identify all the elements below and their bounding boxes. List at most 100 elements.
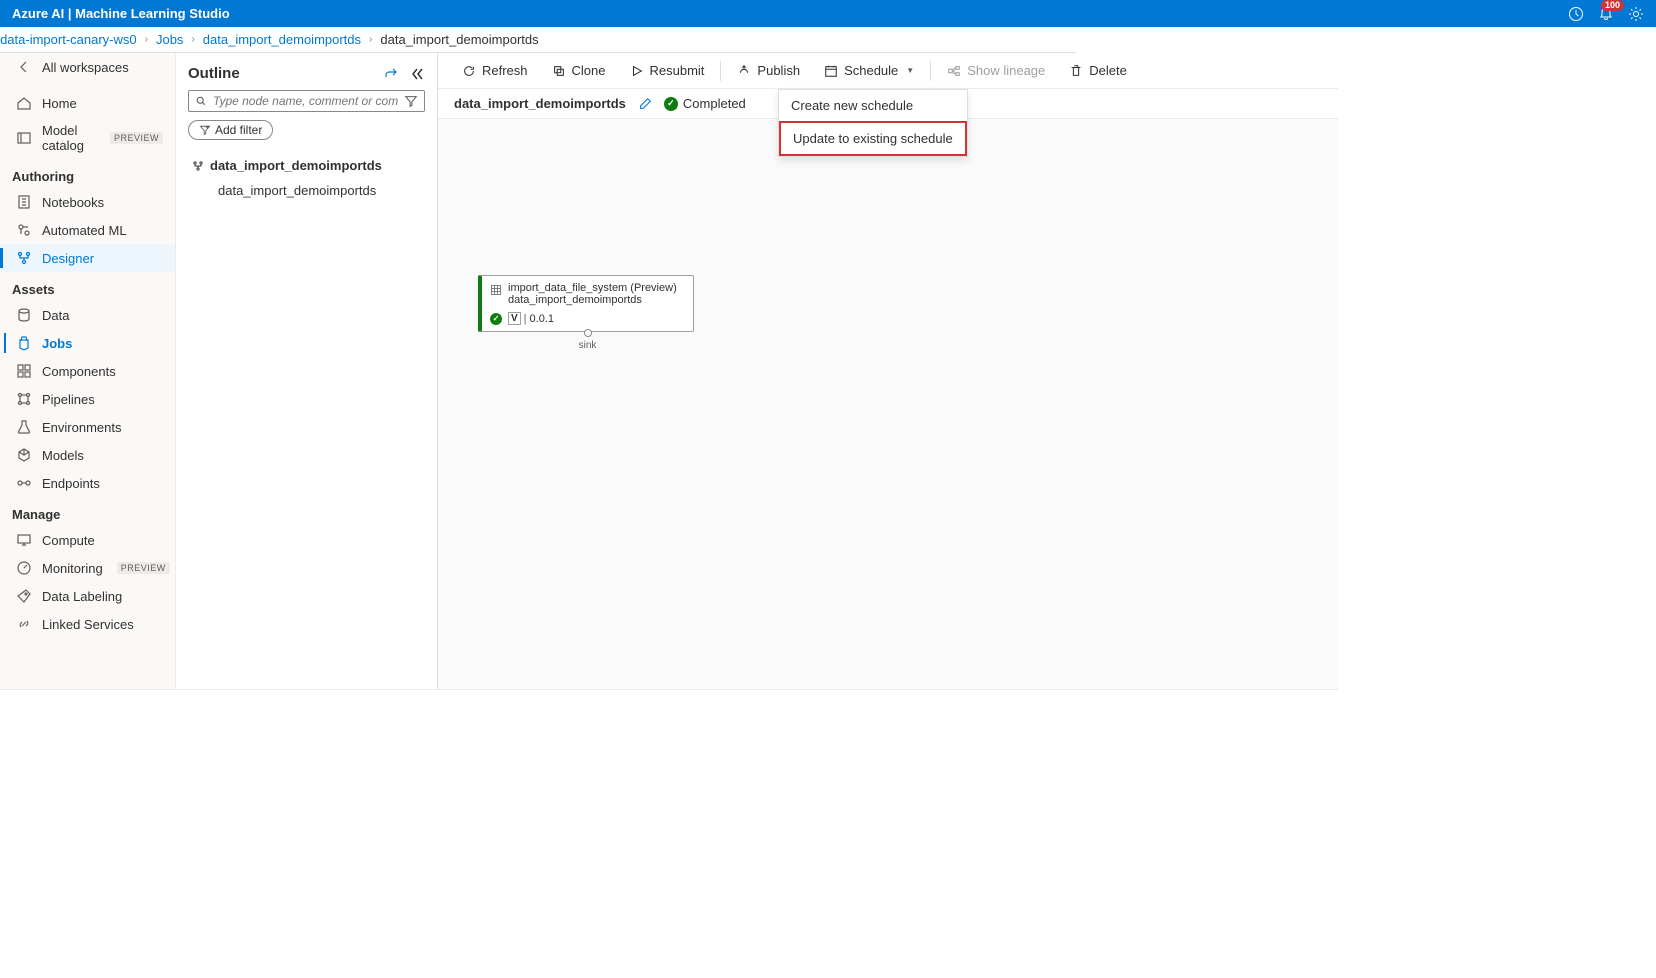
breadcrumb-jobs[interactable]: Jobs [156, 32, 183, 47]
data-icon [16, 307, 32, 323]
content-area: Microsoft › data-import-canary-ws0 › Job… [176, 27, 1338, 689]
sidebar-item-components[interactable]: Components [0, 357, 175, 385]
publish-icon [737, 64, 751, 78]
node-status-row: V | 0.0.1 [490, 312, 685, 325]
endpoints-icon [16, 475, 32, 491]
outline-header: Outline [176, 53, 437, 90]
breadcrumb-pipeline[interactable]: data_import_demoimportds [203, 32, 361, 47]
sidebar-label: Jobs [42, 336, 72, 351]
lineage-icon [947, 64, 961, 78]
toolbar-separator [930, 61, 931, 81]
outline-panel: Outline Add filter [176, 53, 438, 689]
grid-icon [490, 284, 502, 296]
topbar-icons: 100 [1568, 6, 1644, 22]
sidebar-label: Pipelines [42, 392, 95, 407]
sidebar-item-data-labeling[interactable]: Data Labeling [0, 582, 175, 610]
dropdown-label: Update to existing schedule [793, 131, 953, 146]
delete-button[interactable]: Delete [1057, 57, 1139, 84]
sidebar-item-compute[interactable]: Compute [0, 526, 175, 554]
publish-button[interactable]: Publish [725, 57, 812, 84]
node-output-port[interactable] [584, 329, 592, 337]
calendar-icon [824, 64, 838, 78]
share-icon[interactable] [383, 66, 399, 82]
app-title: Azure AI | Machine Learning Studio [12, 6, 230, 21]
clone-button[interactable]: Clone [540, 57, 618, 84]
designer-icon [16, 250, 32, 266]
sidebar-item-models[interactable]: Models [0, 441, 175, 469]
preview-tag: PREVIEW [110, 132, 163, 144]
sidebar-item-model-catalog[interactable]: Model catalog PREVIEW [0, 117, 175, 159]
filter-icon[interactable] [404, 94, 418, 108]
pipeline-node[interactable]: import_data_file_system (Preview) data_i… [478, 275, 694, 332]
resubmit-button[interactable]: Resubmit [618, 57, 717, 84]
search-icon [195, 95, 207, 107]
pipelines-icon [16, 391, 32, 407]
models-icon [16, 447, 32, 463]
chevron-down-icon: ▼ [906, 66, 914, 75]
sidebar-item-pipelines[interactable]: Pipelines [0, 385, 175, 413]
add-filter-icon [199, 124, 211, 136]
sidebar-item-data[interactable]: Data [0, 301, 175, 329]
tree-root[interactable]: data_import_demoimportds [188, 152, 425, 179]
back-arrow-icon [16, 59, 32, 75]
sidebar-item-environments[interactable]: Environments [0, 413, 175, 441]
dropdown-item-create-schedule[interactable]: Create new schedule [779, 90, 967, 121]
toolbar-separator [720, 61, 721, 81]
preview-tag: PREVIEW [117, 562, 170, 574]
gear-icon[interactable] [1628, 6, 1644, 22]
status-badge: Completed [664, 96, 746, 111]
sidebar-item-all-workspaces[interactable]: All workspaces [0, 53, 175, 81]
outline-tree: data_import_demoimportds data_import_dem… [176, 148, 437, 206]
sidebar-label: Data [42, 308, 69, 323]
add-filter-label: Add filter [215, 123, 262, 137]
refresh-button[interactable]: Refresh [450, 57, 540, 84]
outline-search-input[interactable] [213, 94, 398, 108]
collapse-icon[interactable] [409, 66, 425, 82]
dropdown-item-update-schedule[interactable]: Update to existing schedule [779, 121, 967, 156]
node-check-icon [490, 313, 502, 325]
sidebar-label: Automated ML [42, 223, 127, 238]
sidebar-label: Components [42, 364, 116, 379]
outline-search-box[interactable] [188, 90, 425, 112]
sidebar-item-designer[interactable]: Designer [0, 244, 175, 272]
add-filter-row: Add filter [176, 112, 437, 148]
clone-icon [552, 64, 566, 78]
sidebar-item-jobs[interactable]: Jobs [0, 329, 175, 357]
toolbar-label: Show lineage [967, 63, 1045, 78]
schedule-button[interactable]: Schedule ▼ [812, 57, 926, 84]
sidebar-label: All workspaces [42, 60, 129, 75]
tree-root-label: data_import_demoimportds [210, 158, 382, 173]
notification-badge: 100 [1601, 0, 1624, 11]
sidebar-label: Model catalog [42, 123, 96, 153]
sidebar-label: Monitoring [42, 561, 103, 576]
tree-icon [192, 160, 204, 172]
breadcrumb-current: data_import_demoimportds [380, 32, 538, 47]
add-filter-button[interactable]: Add filter [188, 120, 273, 140]
node-header: import_data_file_system (Preview) data_i… [490, 282, 685, 306]
topbar: Azure AI | Machine Learning Studio 100 [0, 0, 1656, 27]
toolbar: Refresh Clone Resubmit Publish [438, 53, 1338, 89]
sidebar-item-notebooks[interactable]: Notebooks [0, 188, 175, 216]
bell-icon[interactable]: 100 [1598, 6, 1614, 22]
breadcrumb-workspace[interactable]: data-import-canary-ws0 [0, 32, 137, 47]
sidebar-label: Data Labeling [42, 589, 122, 604]
schedule-dropdown: Create new schedule Update to existing s… [778, 89, 968, 157]
node-version: V | 0.0.1 [508, 312, 554, 325]
sidebar-item-automl[interactable]: Automated ML [0, 216, 175, 244]
tree-child[interactable]: data_import_demoimportds [188, 179, 425, 202]
monitoring-icon [16, 560, 32, 576]
sidebar-item-linked-services[interactable]: Linked Services [0, 610, 175, 638]
canvas[interactable]: import_data_file_system (Preview) data_i… [438, 119, 1338, 689]
sidebar-label: Notebooks [42, 195, 104, 210]
sidebar-label: Environments [42, 420, 121, 435]
show-lineage-button: Show lineage [935, 57, 1057, 84]
clock-icon[interactable] [1568, 6, 1584, 22]
sidebar-item-monitoring[interactable]: Monitoring PREVIEW [0, 554, 175, 582]
chevron-right-icon: › [145, 34, 148, 45]
toolbar-label: Delete [1089, 63, 1127, 78]
sidebar-item-endpoints[interactable]: Endpoints [0, 469, 175, 497]
edit-icon[interactable] [638, 97, 652, 111]
breadcrumb: Microsoft › data-import-canary-ws0 › Job… [0, 27, 1076, 53]
sidebar-item-home[interactable]: Home [0, 89, 175, 117]
status-check-icon [664, 97, 678, 111]
